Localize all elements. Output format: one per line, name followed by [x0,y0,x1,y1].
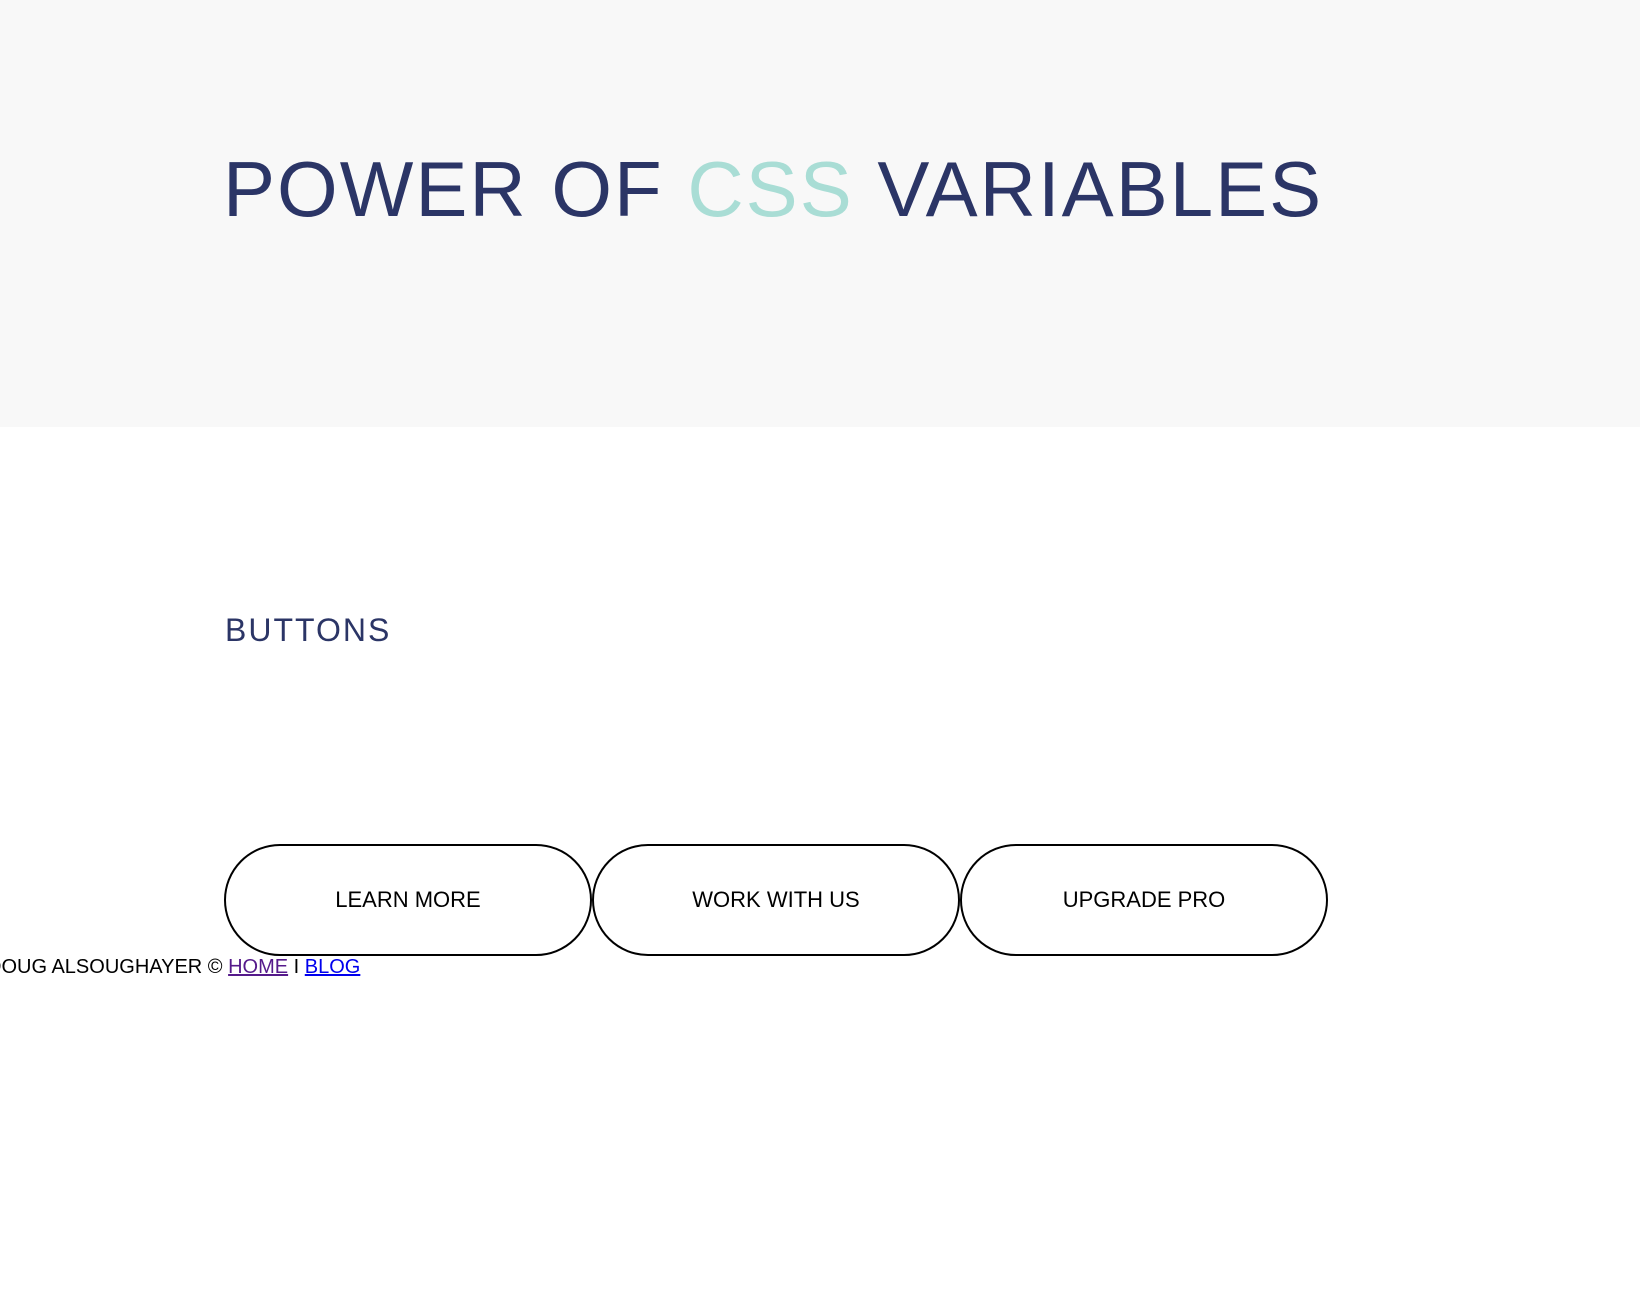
hero-banner: POWER OF CSS VARIABLES [0,0,1640,427]
learn-more-button[interactable]: LEARN MORE [224,844,592,956]
title-suffix: VARIABLES [853,145,1324,233]
footer-credit: DOUG ALSOUGHAYER © [0,956,229,978]
button-group: LEARN MORE WORK WITH US UPGRADE PRO [224,844,1328,956]
footer-separator: I [288,956,305,978]
section-title-buttons: BUTTONS [225,612,392,648]
footer: DOUG ALSOUGHAYER © HOME I BLOG [0,956,360,979]
page-title: POWER OF CSS VARIABLES [223,150,1323,228]
footer-home-link[interactable]: HOME [228,956,288,978]
work-with-us-button[interactable]: WORK WITH US [592,844,960,956]
footer-blog-link[interactable]: BLOG [305,956,361,978]
title-prefix: POWER OF [223,145,688,233]
upgrade-pro-button[interactable]: UPGRADE PRO [960,844,1328,956]
title-accent: CSS [687,145,854,233]
